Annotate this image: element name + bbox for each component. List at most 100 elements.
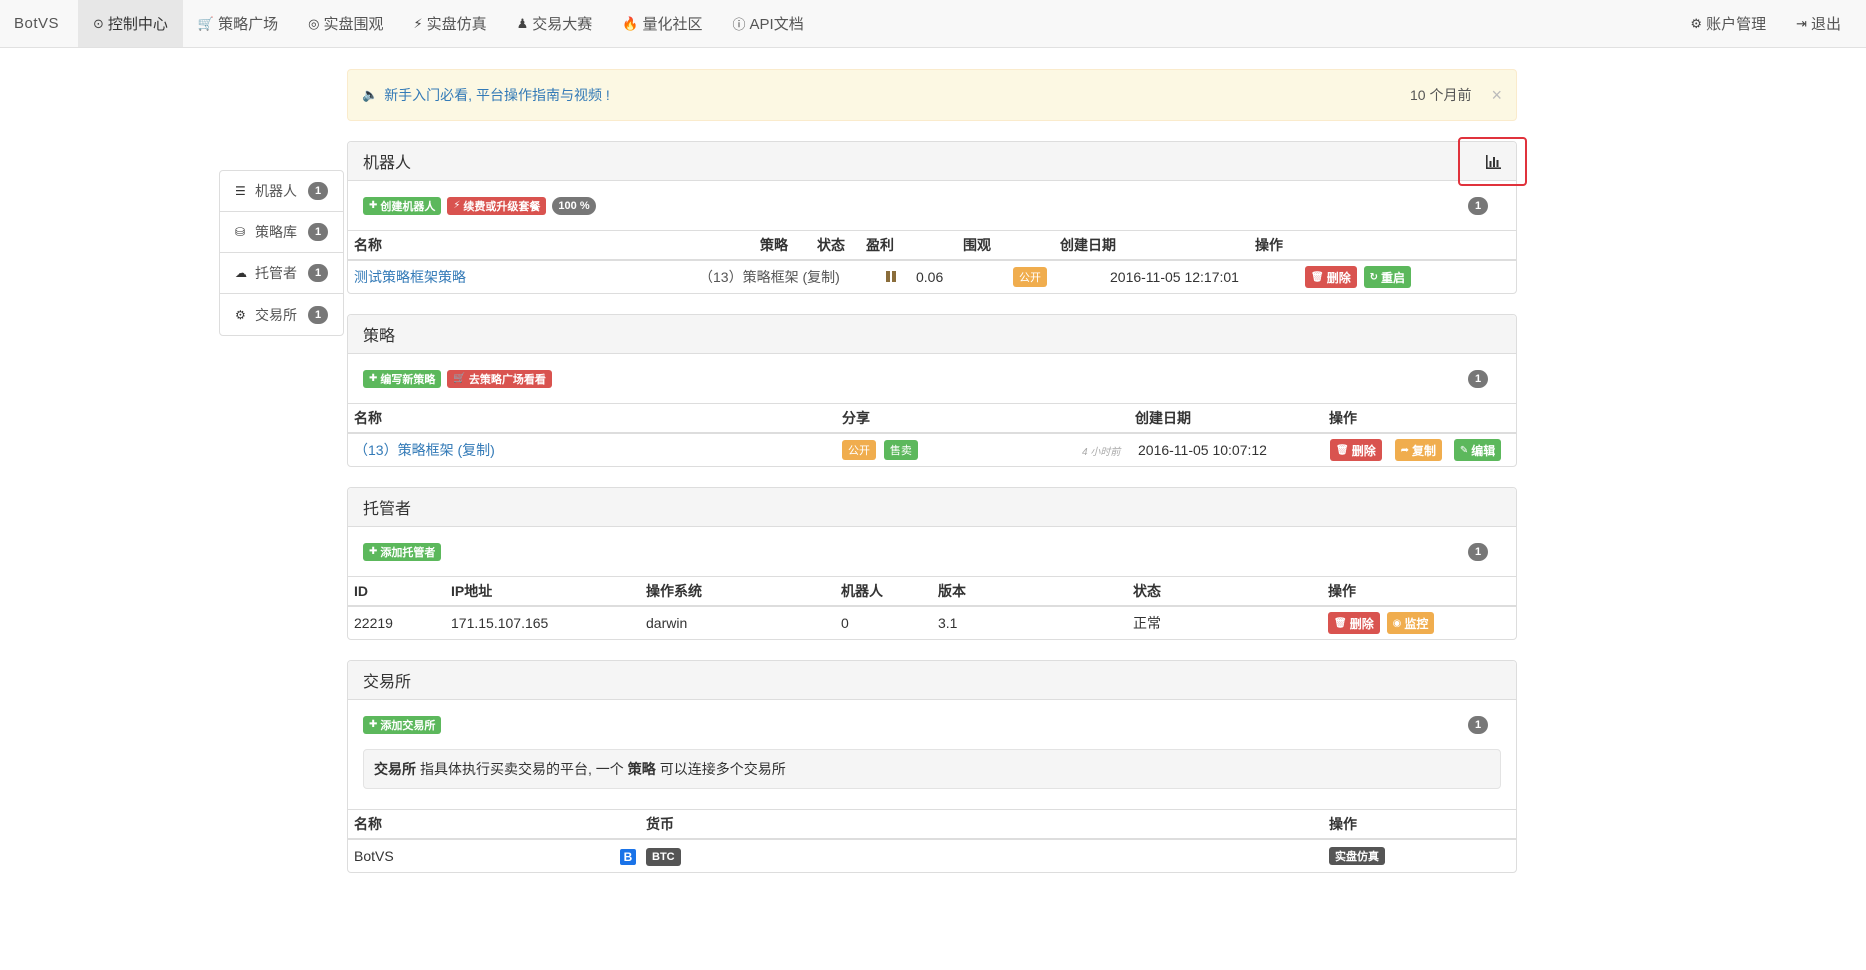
host-status: 正常 — [1133, 615, 1161, 631]
nav-dashboard[interactable]: ⊙ 控制中心 — [78, 0, 183, 47]
notice-time: 10 个月前 — [1410, 87, 1472, 103]
exchanges-panel: 交易所 ✚ 添加交易所 1 交易所 指具体执行买卖交易的平台, 一个 策略 可以连… — [347, 660, 1517, 873]
button-label: 删除 — [1326, 270, 1351, 285]
col-ip: IP地址 — [451, 583, 493, 599]
robots-table: 名称 策略 状态 盈利 围观 创建日期 操作 测试策略框架策略 （13）策略框架… — [348, 230, 1516, 293]
exchange-logo-icon: B — [620, 848, 636, 865]
notice-link[interactable]: 新手入门必看, 平台操作指南与视频 ! — [384, 85, 610, 105]
sidebar-item-exchanges[interactable]: ⚙ 交易所 1 — [220, 294, 343, 335]
edit-button[interactable]: ✎ 编辑 — [1453, 439, 1502, 461]
robot-status — [866, 269, 916, 285]
trash-icon: 🗑 — [1336, 444, 1349, 456]
col-currency: 货币 — [646, 816, 674, 832]
public-label[interactable]: 公开 — [1013, 267, 1047, 287]
go-strategy-square-button[interactable]: 🛒 去策略广场看看 — [447, 369, 552, 388]
col-profit: 盈利 — [866, 237, 894, 253]
top-navbar: BotVS ⊙ 控制中心 🛒 策略广场 ◎ 实盘围观 ⚡ 实盘仿真 ♟ 交易大赛… — [0, 0, 1866, 48]
add-exchange-button[interactable]: ✚ 添加交易所 — [363, 715, 442, 734]
trophy-icon: ♟ — [516, 15, 529, 31]
copy-button[interactable]: ➦ 复制 — [1394, 439, 1443, 461]
strategies-toolbar: ✚ 编写新策略 🛒 去策略广场看看 1 — [348, 354, 1516, 403]
nav-label: 策略广场 — [218, 16, 279, 33]
button-label: 编辑 — [1471, 443, 1496, 458]
strategies-title: 策略 — [363, 328, 396, 345]
col-id: ID — [354, 583, 368, 599]
nav-simulation[interactable]: ⚡ 实盘仿真 — [398, 0, 501, 47]
add-host-button[interactable]: ✚ 添加托管者 — [363, 542, 442, 561]
nav-account[interactable]: ⚙ 账户管理 — [1675, 0, 1781, 47]
robots-toolbar: ✚ 创建机器人 ⚡ 续费或升级套餐 100 % 1 — [348, 181, 1516, 230]
simulation-button[interactable]: 实盘仿真 — [1329, 847, 1385, 865]
write-strategy-button[interactable]: ✚ 编写新策略 — [363, 369, 442, 388]
nav-label: API文档 — [749, 16, 804, 33]
strategy-ops: 🗑 删除 ➦ 复制 ✎ 编辑 — [1330, 439, 1530, 461]
cubes-icon: ⚙ — [235, 307, 246, 322]
col-robots: 机器人 — [841, 583, 883, 599]
button-label: 复制 — [1412, 443, 1437, 458]
sell-label[interactable]: 售卖 — [883, 440, 918, 460]
exchange-name: BotVS — [354, 848, 394, 864]
count-badge: 1 — [308, 182, 328, 200]
share-arrow-icon: ➦ — [1400, 444, 1409, 456]
col-ops: 操作 — [1328, 583, 1356, 599]
robot-name-link[interactable]: 测试策略框架策略 — [354, 267, 699, 287]
col-ops: 操作 — [1255, 237, 1283, 253]
nav-competition[interactable]: ♟ 交易大赛 — [502, 0, 608, 47]
public-label[interactable]: 公开 — [842, 440, 876, 460]
robot-created: 2016-11-05 12:17:01 — [1110, 269, 1239, 285]
main-content: 🔈 新手入门必看, 平台操作指南与视频 ! 10 个月前 × 机器人 ✚ 创建机器… — [347, 69, 1527, 893]
nav-community[interactable]: 🔥 量化社区 — [607, 0, 717, 47]
nav-label: 账户管理 — [1706, 16, 1767, 33]
table-header: 名称 货币 操作 — [348, 809, 1516, 840]
brand-logo[interactable]: BotVS — [0, 0, 78, 47]
count-badge: 1 — [308, 223, 328, 241]
host-ip: 171.15.107.165 — [451, 615, 549, 631]
sidebar-item-strategies[interactable]: ⛁ 策略库 1 — [220, 212, 343, 253]
sidebar-item-hosts[interactable]: ☁ 托管者 1 — [220, 253, 343, 294]
refresh-icon: ↻ — [1369, 271, 1378, 283]
col-strategy: 策略 — [760, 237, 788, 253]
delete-button[interactable]: 🗑 删除 — [1305, 266, 1357, 288]
strategies-table: 名称 分享 创建日期 操作 （13）策略框架 (复制) 公开 售卖 4 小时前 … — [348, 403, 1516, 466]
strategy-name-link[interactable]: （13）策略框架 (复制) — [354, 440, 842, 460]
hosts-table: ID IP地址 操作系统 机器人 版本 状态 操作 22219 171.15.1… — [348, 576, 1516, 639]
nav-live-watch[interactable]: ◎ 实盘围观 — [293, 0, 398, 47]
restart-button[interactable]: ↻ 重启 — [1363, 266, 1412, 288]
host-id: 22219 — [354, 615, 393, 631]
count-badge: 1 — [308, 305, 328, 324]
exchanges-toolbar: ✚ 添加交易所 1 — [348, 700, 1516, 749]
info-icon: ⓘ — [732, 17, 746, 32]
chart-stats-button[interactable] — [1458, 137, 1527, 186]
strategy-ago: 4 小时前 — [1082, 446, 1121, 458]
exchange-currency: BTC — [646, 847, 1329, 866]
exchange-info-well: 交易所 指具体执行买卖交易的平台, 一个 策略 可以连接多个交易所 — [363, 749, 1501, 789]
exchange-logo: B — [620, 848, 646, 865]
button-label: 去策略广场看看 — [468, 373, 546, 386]
host-ops: 🗑 删除 ◉ 监控 — [1328, 612, 1488, 634]
panel-title: 机器人 — [348, 142, 1516, 181]
button-label: 重启 — [1381, 270, 1406, 285]
create-robot-button[interactable]: ✚ 创建机器人 — [363, 196, 442, 215]
monitor-button[interactable]: ◉ 监控 — [1386, 612, 1435, 634]
delete-button[interactable]: 🗑 删除 — [1330, 439, 1382, 461]
button-label: 编写新策略 — [380, 373, 436, 386]
delete-button[interactable]: 🗑 删除 — [1328, 612, 1380, 634]
trash-icon: 🗑 — [1334, 617, 1347, 629]
nav-logout[interactable]: ⇥ 退出 — [1781, 0, 1856, 47]
renew-plan-button[interactable]: ⚡ 续费或升级套餐 — [447, 196, 547, 215]
close-icon[interactable]: × — [1491, 85, 1502, 106]
sidebar-item-robots[interactable]: ☰ 机器人 1 — [220, 171, 343, 212]
panel-title: 托管者 — [348, 488, 1516, 527]
nav-label: 交易大赛 — [532, 16, 593, 33]
logout-icon: ⇥ — [1796, 15, 1807, 31]
sidebar-item-label: 交易所 — [255, 306, 297, 323]
nav-api-docs[interactable]: ⓘ API文档 — [718, 0, 819, 47]
col-name: 名称 — [354, 816, 382, 832]
button-label: 删除 — [1351, 443, 1376, 458]
host-robots: 0 — [841, 615, 849, 631]
robots-title: 机器人 — [363, 155, 412, 172]
nav-strategy-square[interactable]: 🛒 策略广场 — [183, 0, 293, 47]
server-icon: ☰ — [235, 184, 246, 198]
table-row: 测试策略框架策略 （13）策略框架 (复制) 0.06 公开 2016-11-0… — [348, 261, 1516, 293]
quota-percent-badge: 100 % — [552, 196, 596, 215]
